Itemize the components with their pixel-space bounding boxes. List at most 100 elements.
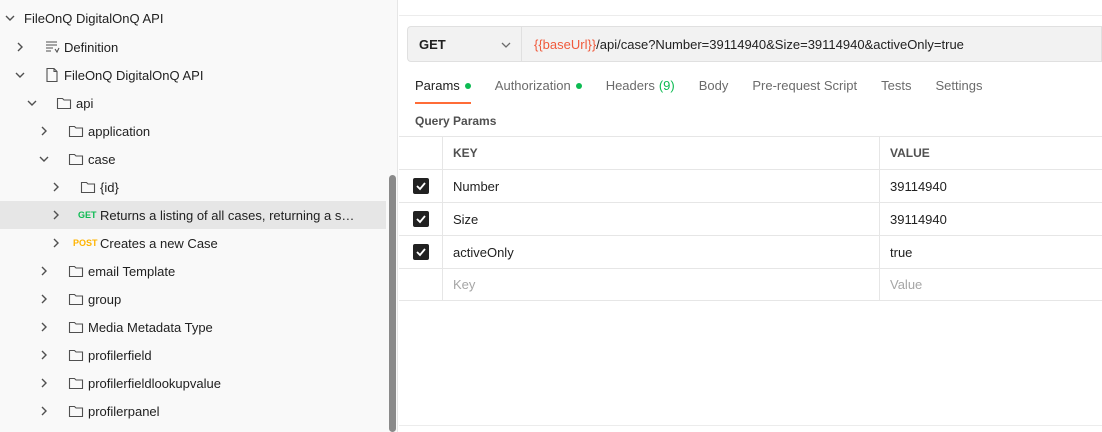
tree-item-label: FileOnQ DigitalOnQ API xyxy=(64,67,204,83)
tab-settings[interactable]: Settings xyxy=(935,78,982,104)
tree-item-label: Returns a listing of all cases, returnin… xyxy=(100,207,356,223)
tree-item-label: profilerpanel xyxy=(88,403,160,419)
tree-item-label: application xyxy=(88,123,151,139)
tab-label: Settings xyxy=(935,78,983,93)
chevron-down-icon xyxy=(501,42,511,48)
tree-item-folder-profilerfieldlookupvalue[interactable]: profilerfieldlookupvalue xyxy=(0,369,386,397)
chevron-right-icon[interactable] xyxy=(38,405,50,417)
folder-icon xyxy=(68,347,84,363)
chevron-right-icon[interactable] xyxy=(14,41,26,53)
param-value-cell[interactable]: 39114940 xyxy=(880,170,1102,203)
request-tabs: Params Authorization Headers (9) Body Pre… xyxy=(415,78,1006,104)
checkmark-icon xyxy=(415,215,426,224)
sidebar: FileOnQ DigitalOnQ API Definition FileOn… xyxy=(0,0,398,432)
row-check-cell xyxy=(399,235,443,269)
row-check-cell xyxy=(399,268,443,301)
tab-headers[interactable]: Headers (9) xyxy=(606,78,675,104)
tree-item-folder-api[interactable]: api xyxy=(0,89,386,117)
chevron-right-icon[interactable] xyxy=(50,209,62,221)
url-input[interactable]: {{baseUrl}}/api/case?Number=39114940&Siz… xyxy=(521,26,1102,62)
param-key-cell[interactable]: Number xyxy=(443,169,880,203)
tree-item-folder-application[interactable]: application xyxy=(0,117,386,145)
chevron-right-icon[interactable] xyxy=(38,349,50,361)
status-dot xyxy=(575,83,582,89)
folder-icon xyxy=(68,375,84,391)
param-checkbox[interactable] xyxy=(412,211,429,227)
sidebar-scrollbar-thumb[interactable] xyxy=(389,175,396,432)
tree-item-folder-profilerpanel[interactable]: profilerpanel xyxy=(0,397,386,425)
tree-item-folder-media-metadata-type[interactable]: Media Metadata Type xyxy=(0,313,386,341)
folder-icon xyxy=(68,403,84,419)
param-key-cell[interactable]: Size xyxy=(443,202,880,236)
column-header-value: VALUE xyxy=(890,146,930,160)
tree-item-folder-email-template[interactable]: email Template xyxy=(0,257,386,285)
tab-count: (9) xyxy=(658,78,675,93)
folder-icon xyxy=(80,179,96,195)
new-param-key-input[interactable]: Key xyxy=(443,268,880,301)
chevron-right-icon[interactable] xyxy=(38,293,50,305)
tree-item-api-document[interactable]: FileOnQ DigitalOnQ API xyxy=(0,61,386,89)
chevron-right-icon[interactable] xyxy=(38,321,50,333)
param-key-cell[interactable]: activeOnly xyxy=(443,235,880,269)
folder-icon xyxy=(68,291,84,307)
checkmark-icon xyxy=(415,248,426,257)
url-path: /api/case?Number=39114940&Size=39114940&… xyxy=(596,36,964,52)
column-header-key: KEY xyxy=(443,136,880,170)
tree-item-label: profilerfield xyxy=(88,347,152,363)
table-header-row: KEY VALUE xyxy=(399,136,1102,170)
tree-item-definition[interactable]: Definition xyxy=(0,33,386,61)
chevron-down-icon[interactable] xyxy=(26,97,38,109)
param-value-cell[interactable]: true xyxy=(880,236,1102,269)
chevron-down-icon[interactable] xyxy=(14,69,26,81)
divider xyxy=(399,425,1102,426)
table-row-new: Key Value xyxy=(399,268,1102,301)
query-params-table: KEY VALUE Number 39114940 Size 39114940 xyxy=(399,136,1102,301)
chevron-right-icon[interactable] xyxy=(50,181,62,193)
folder-icon xyxy=(68,151,84,167)
definition-icon xyxy=(44,39,60,55)
param-value-cell[interactable]: 39114940 xyxy=(880,203,1102,236)
param-checkbox[interactable] xyxy=(412,244,429,260)
checkmark-icon xyxy=(415,182,426,191)
chevron-right-icon[interactable] xyxy=(38,377,50,389)
tab-label: Params xyxy=(415,78,460,93)
tree-item-label: Definition xyxy=(64,39,119,55)
row-check-cell xyxy=(399,202,443,236)
tree-item-folder-profilerfield[interactable]: profilerfield xyxy=(0,341,386,369)
tree-item-label: group xyxy=(88,291,122,307)
tab-authorization[interactable]: Authorization xyxy=(495,78,582,104)
row-check-cell xyxy=(399,169,443,203)
tab-body[interactable]: Body xyxy=(699,78,729,104)
folder-icon xyxy=(56,95,72,111)
chevron-down-icon[interactable] xyxy=(38,153,50,165)
table-row: activeOnly true xyxy=(399,235,1102,269)
tree-item-label: {id} xyxy=(100,179,119,195)
new-param-value-input[interactable]: Value xyxy=(880,268,1102,301)
param-checkbox[interactable] xyxy=(412,178,429,194)
tree-item-folder-group[interactable]: group xyxy=(0,285,386,313)
chevron-right-icon[interactable] xyxy=(38,125,50,137)
table-row: Number 39114940 xyxy=(399,169,1102,203)
tab-pre-request-script[interactable]: Pre-request Script xyxy=(752,78,857,104)
table-header-check-cell xyxy=(399,136,443,170)
tree-item-request-get-cases[interactable]: GET Returns a listing of all cases, retu… xyxy=(0,201,386,229)
chevron-right-icon[interactable] xyxy=(50,237,62,249)
chevron-down-icon[interactable] xyxy=(4,12,16,24)
tree-item-request-post-case[interactable]: POST Creates a new Case xyxy=(0,229,386,257)
tree-item-collection[interactable]: FileOnQ DigitalOnQ API xyxy=(0,4,386,32)
url-variable: {{baseUrl}} xyxy=(534,36,597,52)
tree-item-label: FileOnQ DigitalOnQ API xyxy=(24,10,164,26)
tree-item-folder-case[interactable]: case xyxy=(0,145,386,173)
method-select[interactable]: GET xyxy=(407,26,521,62)
tree-item-label: case xyxy=(88,151,116,167)
tree-item-folder-id[interactable]: {id} xyxy=(0,173,386,201)
method-badge-post: POST xyxy=(73,238,98,248)
method-select-value: GET xyxy=(419,36,446,52)
document-icon xyxy=(44,67,60,83)
tab-tests[interactable]: Tests xyxy=(881,78,911,104)
divider xyxy=(399,15,1102,16)
chevron-right-icon[interactable] xyxy=(38,265,50,277)
folder-icon xyxy=(68,319,84,335)
tab-label: Headers xyxy=(605,78,655,93)
tab-params[interactable]: Params xyxy=(415,78,471,104)
